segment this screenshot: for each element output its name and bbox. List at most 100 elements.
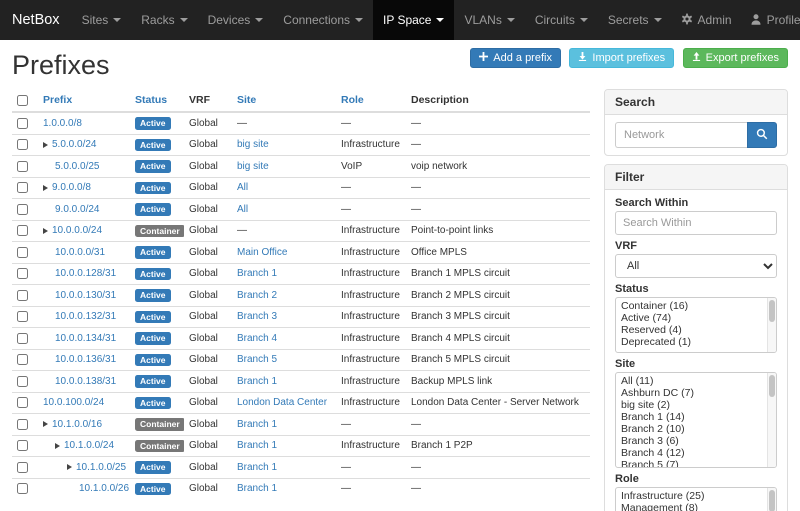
search-within-input[interactable] (615, 211, 777, 235)
row-checkbox[interactable] (17, 204, 28, 215)
site-link[interactable]: big site (237, 139, 269, 150)
site-link[interactable]: London Data Center (237, 397, 327, 408)
filter-option[interactable]: Branch 4 (12) (616, 447, 776, 459)
site-link[interactable]: Branch 1 (237, 462, 277, 473)
prefix-link[interactable]: 10.0.0.138/31 (55, 376, 116, 387)
role-cell: — (336, 199, 406, 221)
nav-item-sites[interactable]: Sites (72, 0, 132, 40)
prefix-row: 9.0.0.0/8ActiveGlobalAll—— (12, 177, 590, 199)
role-filter-listbox[interactable]: Infrastructure (25)Management (8)Private… (615, 487, 777, 511)
site-link[interactable]: Main Office (237, 247, 287, 258)
filter-option[interactable]: Branch 3 (6) (616, 435, 776, 447)
prefix-link[interactable]: 10.1.0.0/24 (64, 440, 114, 451)
prefix-link[interactable]: 10.0.0.136/31 (55, 354, 116, 365)
row-checkbox[interactable] (17, 462, 28, 473)
site-link[interactable]: Branch 3 (237, 311, 277, 322)
row-checkbox[interactable] (17, 247, 28, 258)
status-badge: Active (135, 268, 171, 281)
filter-option[interactable]: Branch 1 (14) (616, 411, 776, 423)
search-input[interactable] (615, 122, 747, 148)
row-checkbox[interactable] (17, 118, 28, 129)
filter-option[interactable]: Branch 2 (10) (616, 423, 776, 435)
filter-option[interactable]: Container (16) (616, 300, 776, 312)
column-header-site[interactable]: Site (232, 89, 336, 112)
nav-item-devices[interactable]: Devices (198, 0, 274, 40)
row-checkbox[interactable] (17, 376, 28, 387)
select-all-checkbox[interactable] (17, 95, 28, 106)
vrf-cell: Global (184, 177, 232, 199)
prefix-link[interactable]: 10.1.0.0/26 (79, 483, 129, 494)
row-checkbox[interactable] (17, 225, 28, 236)
nav-item-ip-space[interactable]: IP Space (373, 0, 454, 40)
export-prefixes-button[interactable]: Export prefixes (683, 48, 788, 68)
brand-link[interactable]: NetBox (12, 0, 60, 40)
filter-option[interactable]: big site (2) (616, 399, 776, 411)
filter-option[interactable]: Management (8) (616, 502, 776, 511)
prefix-link[interactable]: 10.1.0.0/25 (76, 462, 126, 473)
column-header-status[interactable]: Status (130, 89, 184, 112)
site-link[interactable]: Branch 1 (237, 419, 277, 430)
prefix-link[interactable]: 1.0.0.0/8 (43, 118, 82, 129)
row-checkbox[interactable] (17, 354, 28, 365)
prefix-link[interactable]: 10.0.0.130/31 (55, 290, 116, 301)
prefix-link[interactable]: 10.1.0.0/16 (52, 419, 102, 430)
site-link[interactable]: Branch 4 (237, 333, 277, 344)
row-checkbox[interactable] (17, 139, 28, 150)
filter-option[interactable]: Ashburn DC (7) (616, 387, 776, 399)
site-link[interactable]: Branch 2 (237, 290, 277, 301)
row-checkbox[interactable] (17, 440, 28, 451)
status-filter-listbox[interactable]: Container (16)Active (74)Reserved (4)Dep… (615, 297, 777, 353)
row-checkbox[interactable] (17, 419, 28, 430)
filter-option[interactable]: Branch 5 (7) (616, 459, 776, 468)
nav-item-secrets[interactable]: Secrets (598, 0, 672, 40)
status-badge: Active (135, 246, 171, 259)
row-checkbox[interactable] (17, 268, 28, 279)
nav-item-circuits[interactable]: Circuits (525, 0, 598, 40)
vrf-select[interactable]: All (615, 254, 777, 278)
prefix-link[interactable]: 10.0.0.128/31 (55, 268, 116, 279)
site-link[interactable]: big site (237, 161, 269, 172)
site-link[interactable]: All (237, 204, 248, 215)
prefix-link[interactable]: 10.0.0.132/31 (55, 311, 116, 322)
filter-option[interactable]: Reserved (4) (616, 324, 776, 336)
prefix-link[interactable]: 10.0.100.0/24 (43, 397, 104, 408)
filter-option[interactable]: Deprecated (1) (616, 336, 776, 348)
prefix-link[interactable]: 10.0.0.0/31 (55, 247, 105, 258)
prefix-row: 9.0.0.0/24ActiveGlobalAll—— (12, 199, 590, 221)
nav-item-profile[interactable]: Profile (741, 0, 800, 40)
nav-item-connections[interactable]: Connections (273, 0, 373, 40)
site-link[interactable]: Branch 5 (237, 354, 277, 365)
site-link[interactable]: Branch 1 (237, 268, 277, 279)
site-link[interactable]: Branch 1 (237, 376, 277, 387)
role-cell: Infrastructure (336, 392, 406, 414)
row-checkbox[interactable] (17, 333, 28, 344)
import-prefixes-button[interactable]: Import prefixes (569, 48, 674, 68)
site-filter-listbox[interactable]: All (11)Ashburn DC (7)big site (2)Branch… (615, 372, 777, 468)
site-link[interactable]: All (237, 182, 248, 193)
prefix-link[interactable]: 5.0.0.0/24 (52, 139, 96, 150)
site-link[interactable]: Branch 1 (237, 483, 277, 494)
row-checkbox[interactable] (17, 290, 28, 301)
prefix-link[interactable]: 10.0.0.134/31 (55, 333, 116, 344)
filter-option[interactable]: Infrastructure (25) (616, 490, 776, 502)
nav-item-racks[interactable]: Racks (131, 0, 197, 40)
prefix-link[interactable]: 5.0.0.0/25 (55, 161, 99, 172)
search-button[interactable] (747, 122, 777, 148)
column-header-prefix[interactable]: Prefix (38, 89, 130, 112)
prefix-link[interactable]: 10.0.0.0/24 (52, 225, 102, 236)
vrf-cell: Global (184, 457, 232, 479)
filter-option[interactable]: All (11) (616, 375, 776, 387)
prefix-link[interactable]: 9.0.0.0/24 (55, 204, 99, 215)
row-checkbox[interactable] (17, 161, 28, 172)
nav-item-vlans[interactable]: VLANs (454, 0, 524, 40)
nav-item-admin[interactable]: Admin (672, 0, 741, 40)
row-checkbox[interactable] (17, 397, 28, 408)
row-checkbox[interactable] (17, 483, 28, 494)
prefix-link[interactable]: 9.0.0.0/8 (52, 182, 91, 193)
row-checkbox[interactable] (17, 311, 28, 322)
filter-option[interactable]: Active (74) (616, 312, 776, 324)
row-checkbox[interactable] (17, 182, 28, 193)
site-link[interactable]: Branch 1 (237, 440, 277, 451)
add-prefix-button[interactable]: Add a prefix (470, 48, 561, 68)
column-header-role[interactable]: Role (336, 89, 406, 112)
